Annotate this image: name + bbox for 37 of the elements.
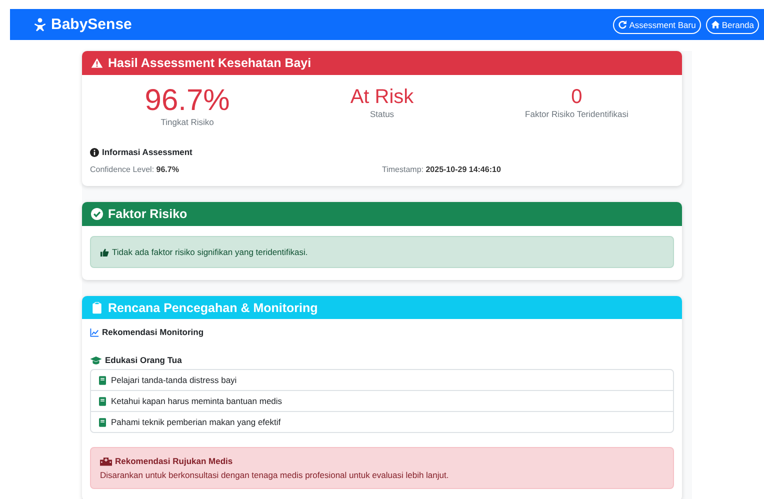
info-text: Confidence Level: 96.7%: [90, 165, 180, 174]
list-item-text: Pelajari tanda-tanda distress bayi: [111, 375, 237, 385]
check-circle-icon: [91, 208, 103, 220]
book-icon: [99, 376, 106, 384]
alert-text: Disarankan untuk berkonsultasi dengan tenaga medis profesional untuk evaluasi lebih lanjut.: [100, 470, 450, 480]
redo-icon: [618, 20, 628, 29]
card-title: Faktor Risiko: [108, 207, 188, 221]
list-item-text: Pahami teknik pemberian makan yang efektif: [111, 417, 281, 427]
section-title: Edukasi Orang Tua: [105, 355, 182, 365]
line-chart-icon: [90, 328, 99, 336]
alert-title: Rekomendasi Rujukan Medis: [115, 456, 233, 466]
stat-value: At Risk: [350, 85, 414, 109]
alert-text: Tidak ada faktor risiko signifikan yang teridentifikasi.: [112, 247, 308, 257]
stat-value: 96.7%: [144, 85, 230, 117]
section-title: Informasi Assessment: [102, 147, 192, 157]
baby-icon: [34, 18, 46, 32]
book-icon: [99, 418, 106, 426]
stat-label: Status: [370, 109, 394, 119]
stat-value: 0: [571, 85, 582, 109]
thumbs-up-icon: [100, 248, 109, 256]
section-title: Rekomendasi Monitoring: [102, 327, 204, 337]
info-icon: [90, 148, 99, 156]
card-title: Hasil Assessment Kesehatan Bayi: [108, 56, 312, 70]
home-icon: [710, 20, 720, 29]
stat-label: Tingkat Risiko: [160, 117, 214, 127]
card-title: Rencana Pencegahan & Monitoring: [108, 300, 318, 314]
list-item-text: Ketahui kapan harus meminta bantuan medis: [111, 396, 282, 406]
nav-button[interactable]: Assessment Baru: [613, 16, 701, 34]
graduation-cap-icon: [90, 356, 102, 364]
brand-name[interactable]: BabySense: [51, 16, 132, 33]
book-icon: [99, 396, 106, 406]
nav-button[interactable]: Beranda: [706, 16, 759, 34]
info-text: Timestamp: 2025-10-29 14:46:10: [382, 165, 502, 174]
warning-icon: [91, 57, 103, 69]
hospital-icon: [100, 456, 112, 466]
clipboard-icon: [91, 302, 103, 314]
stat-label: Faktor Risiko Teridentifikasi: [525, 109, 628, 119]
